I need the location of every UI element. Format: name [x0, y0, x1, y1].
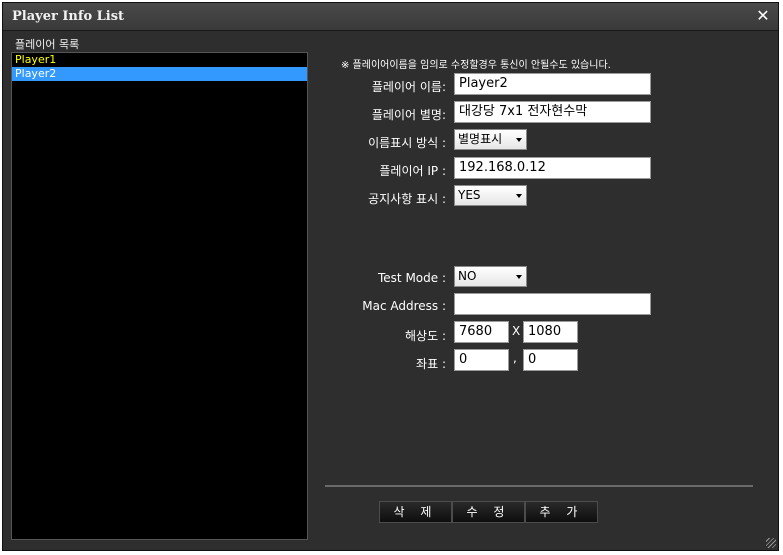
notice-display-value: YES: [458, 188, 481, 202]
delete-button[interactable]: 삭 제: [379, 501, 452, 523]
resolution-width-input[interactable]: 7680: [454, 321, 509, 343]
name-display-select[interactable]: 별명표시: [454, 129, 527, 150]
name-display-label: 이름표시 방식 :: [368, 136, 446, 150]
player-list-item-player2[interactable]: Player2: [12, 67, 307, 81]
resolution-separator: X: [512, 324, 521, 338]
title-bar[interactable]: Player Info List ✕: [3, 3, 778, 31]
player-list-label: 플레이어 목록: [15, 38, 80, 51]
test-mode-value: NO: [458, 269, 477, 283]
notice-display-label: 공지사항 표시 :: [368, 192, 446, 206]
player-alias-input[interactable]: 대강당 7x1 전자현수막: [454, 101, 651, 123]
edit-warning-notice: ※ 플레이어이름을 임의로 수정할경우 통신이 안될수도 있습니다.: [341, 60, 611, 71]
coords-label: 좌표 :: [416, 357, 446, 371]
player-ip-input[interactable]: 192.168.0.12: [454, 157, 651, 179]
edit-button[interactable]: 수 정: [452, 501, 525, 523]
chevron-down-icon: [516, 138, 522, 142]
player-alias-label: 플레이어 별명:: [371, 108, 446, 122]
chevron-down-icon: [516, 194, 522, 198]
player-info-window: Player Info List ✕ 플레이어 목록 Player1 Playe…: [2, 2, 779, 551]
window-title: Player Info List: [12, 9, 125, 24]
player-list[interactable]: Player1 Player2: [11, 52, 308, 540]
notice-display-select[interactable]: YES: [454, 185, 527, 206]
resize-grip-icon[interactable]: [766, 538, 776, 548]
name-display-value: 별명표시: [458, 132, 503, 146]
button-divider: [325, 485, 753, 487]
player-name-label: 플레이어 이름:: [371, 80, 446, 94]
player-list-item-player1[interactable]: Player1: [12, 53, 307, 67]
coords-separator: ,: [513, 351, 517, 365]
resolution-height-input[interactable]: 1080: [523, 321, 578, 343]
test-mode-label: Test Mode :: [378, 271, 446, 285]
resolution-label: 해상도 :: [405, 329, 446, 343]
mac-address-input[interactable]: [454, 293, 651, 315]
player-name-input[interactable]: Player2: [454, 73, 651, 95]
test-mode-select[interactable]: NO: [454, 266, 527, 287]
player-ip-label: 플레이어 IP :: [379, 164, 446, 178]
chevron-down-icon: [516, 275, 522, 279]
coords-x-input[interactable]: 0: [454, 349, 509, 371]
add-button[interactable]: 추 가: [525, 501, 598, 523]
close-icon[interactable]: ✕: [754, 7, 772, 25]
coords-y-input[interactable]: 0: [523, 349, 578, 371]
mac-address-label: Mac Address :: [362, 299, 446, 313]
